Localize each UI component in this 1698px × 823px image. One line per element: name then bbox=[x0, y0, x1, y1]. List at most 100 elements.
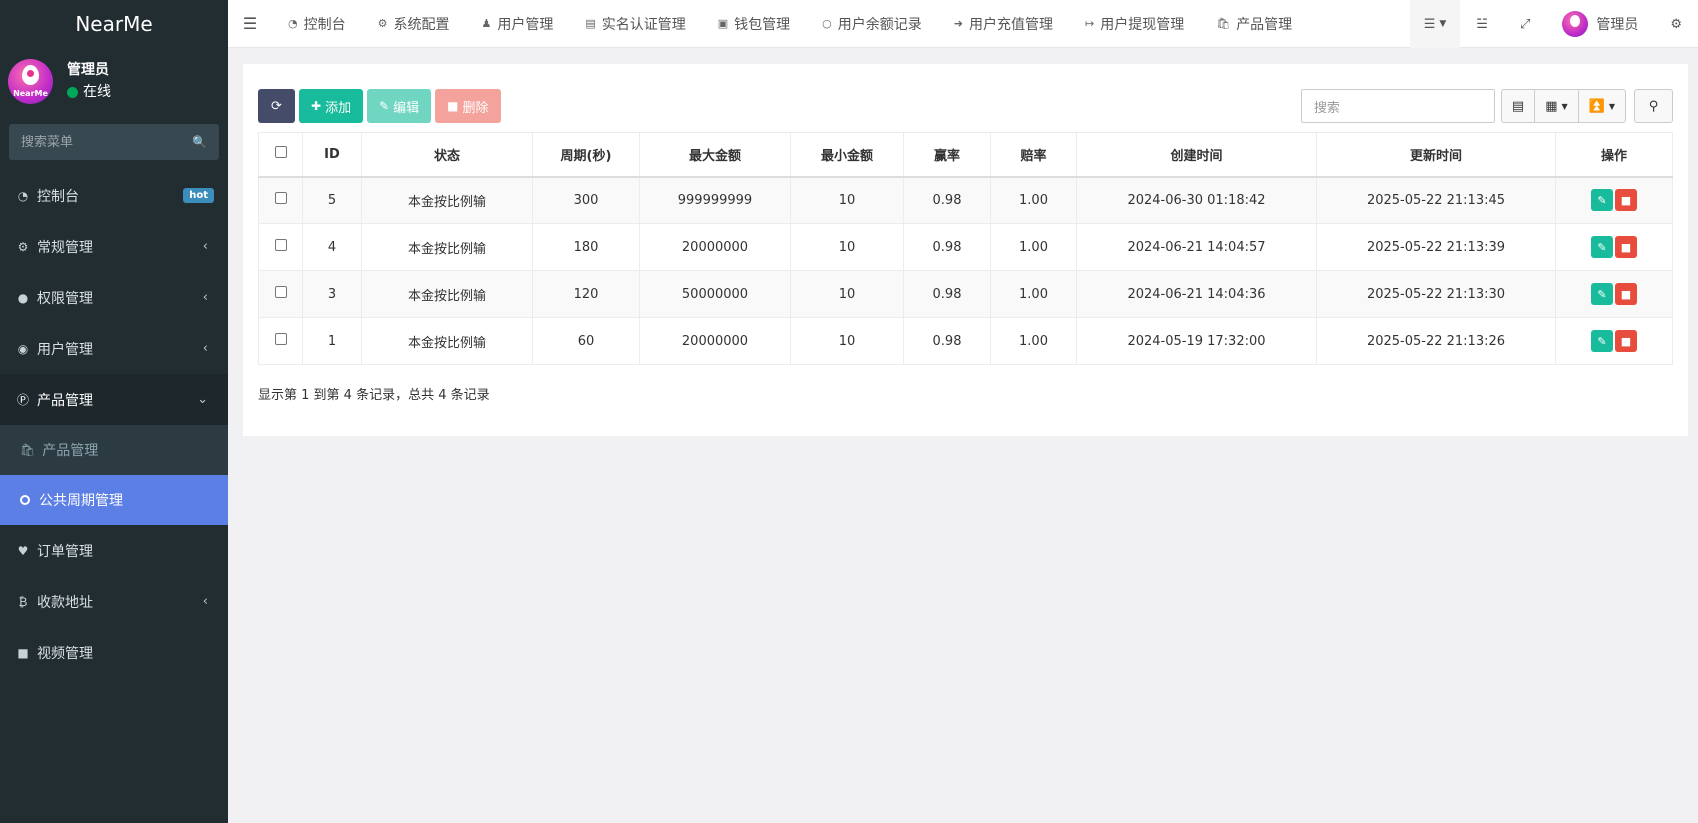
table-header-row: ID 状态 周期(秒) 最大金额 最小金额 赢率 赔率 创建时间 更新时间 操作 bbox=[258, 132, 1673, 178]
sidebar-item-general[interactable]: ⚙ 常规管理 ‹ bbox=[0, 221, 228, 272]
table-row[interactable]: 3 本金按比例输 120 50000000 10 0.98 1.00 2024-… bbox=[258, 270, 1673, 318]
cell-updated-at: 2025-05-22 21:13:30 bbox=[1316, 270, 1556, 318]
user-status: 在线 bbox=[67, 81, 111, 103]
tab-user-management[interactable]: ♟ 用户管理 bbox=[465, 0, 569, 48]
tab-real-name-auth[interactable]: ▤ 实名认证管理 bbox=[569, 0, 701, 48]
cell-id: 1 bbox=[302, 317, 362, 365]
dashboard-icon: ◔ bbox=[288, 17, 298, 30]
cogs-icon: ⚙ bbox=[17, 239, 29, 254]
pencil-icon: ✎ bbox=[1597, 240, 1607, 254]
row-delete-button[interactable]: ■ bbox=[1615, 283, 1637, 305]
row-select-cell bbox=[258, 270, 303, 318]
row-checkbox[interactable] bbox=[274, 192, 287, 205]
tab-system-config[interactable]: ⚙ 系统配置 bbox=[362, 0, 466, 48]
sidebar-item-video[interactable]: ■ 视频管理 bbox=[0, 627, 228, 678]
row-delete-button[interactable]: ■ bbox=[1615, 236, 1637, 258]
row-edit-button[interactable]: ✎ bbox=[1591, 330, 1613, 352]
col-updated-at[interactable]: 更新时间 bbox=[1316, 132, 1556, 178]
cell-win-rate: 0.98 bbox=[903, 223, 991, 271]
menu-toggle-icon[interactable]: ☰ bbox=[228, 14, 272, 33]
columns-icon: ▦ bbox=[1545, 98, 1558, 114]
content-panel: ⟳ ✚ 添加 ✎ 编辑 ■ 删除 搜索 ▤ ▦ ▼ ⏫ ▼ ⚲ ID 状态 周期(秒) 最… bbox=[243, 64, 1688, 436]
language-icon: ☱ bbox=[1476, 16, 1488, 32]
table-search-input[interactable]: 搜索 bbox=[1300, 89, 1495, 123]
col-actions: 操作 bbox=[1555, 132, 1673, 178]
row-delete-button[interactable]: ■ bbox=[1615, 189, 1637, 212]
sidebar-item-users[interactable]: ◉ 用户管理 ‹ bbox=[0, 323, 228, 374]
chevron-down-icon: ⌄ bbox=[197, 392, 208, 407]
language-button[interactable]: ☱ bbox=[1460, 0, 1504, 48]
sidebar-item-dashboard[interactable]: ◔ 控制台 hot bbox=[0, 170, 228, 221]
avatar: NearMe bbox=[8, 58, 53, 104]
select-all-checkbox[interactable] bbox=[274, 146, 287, 159]
refresh-button[interactable]: ⟳ bbox=[258, 89, 295, 123]
advanced-search-button[interactable]: ⚲ bbox=[1634, 89, 1673, 123]
toggle-view-button[interactable]: ▤ bbox=[1502, 90, 1536, 122]
brand-logo[interactable]: NearMe bbox=[0, 0, 228, 48]
menu-search-input[interactable] bbox=[21, 134, 171, 150]
nav-list-dropdown[interactable]: ☰ ▼ bbox=[1409, 0, 1461, 48]
row-checkbox[interactable] bbox=[274, 286, 287, 298]
col-min-amount[interactable]: 最小金额 bbox=[790, 132, 904, 178]
table-tools: 搜索 ▤ ▦ ▼ ⏫ ▼ ⚲ bbox=[1300, 89, 1673, 123]
sub-item-product-management[interactable]: 🛍 产品管理 bbox=[0, 425, 228, 475]
pencil-icon: ✎ bbox=[1597, 287, 1607, 301]
user-name: 管理员 bbox=[67, 62, 109, 78]
sidebar-item-payment-address[interactable]: ₿ 收款地址 ‹ bbox=[0, 576, 228, 627]
edit-button[interactable]: ✎ 编辑 bbox=[367, 89, 432, 123]
tab-wallet[interactable]: ▣ 钱包管理 bbox=[702, 0, 806, 48]
cell-max-amount: 20000000 bbox=[639, 223, 791, 271]
cell-odds: 1.00 bbox=[990, 176, 1077, 224]
add-button[interactable]: ✚ 添加 bbox=[299, 89, 364, 123]
table-row[interactable]: 4 本金按比例输 180 20000000 10 0.98 1.00 2024-… bbox=[258, 223, 1673, 271]
delete-button[interactable]: ■ 删除 bbox=[435, 89, 501, 123]
sidebar-item-orders[interactable]: ♥ 订单管理 bbox=[0, 525, 228, 576]
group-icon: ● bbox=[17, 290, 29, 305]
bitcoin-icon: ₿ bbox=[18, 594, 28, 609]
tab-recharge[interactable]: ➜ 用户充值管理 bbox=[938, 0, 1069, 48]
tab-balance-records[interactable]: ○ 用户余额记录 bbox=[806, 0, 938, 48]
caret-down-icon: ▼ bbox=[1561, 101, 1568, 111]
list-icon: ☰ bbox=[1423, 16, 1436, 32]
sidebar-item-permission[interactable]: ● 权限管理 ‹ bbox=[0, 272, 228, 323]
row-edit-button[interactable]: ✎ bbox=[1591, 283, 1613, 305]
tab-product[interactable]: 🛍 产品管理 bbox=[1200, 0, 1308, 48]
col-created-at[interactable]: 创建时间 bbox=[1076, 132, 1317, 178]
row-checkbox[interactable] bbox=[274, 239, 287, 251]
tab-withdraw[interactable]: ↦ 用户提现管理 bbox=[1069, 0, 1200, 48]
shopping-bag-icon: 🛍 bbox=[20, 443, 36, 457]
admin-menu[interactable]: 管理员 bbox=[1546, 0, 1654, 48]
row-select-cell bbox=[258, 176, 303, 224]
col-odds[interactable]: 赔率 bbox=[990, 132, 1077, 178]
view-tools: ▤ ▦ ▼ ⏫ ▼ bbox=[1500, 89, 1626, 123]
row-edit-button[interactable]: ✎ bbox=[1591, 189, 1613, 212]
export-dropdown[interactable]: ⏫ ▼ bbox=[1579, 90, 1625, 122]
product-submenu: 🛍 产品管理 公共周期管理 bbox=[0, 425, 228, 525]
table-row[interactable]: 1 本金按比例输 60 20000000 10 0.98 1.00 2024-0… bbox=[258, 317, 1673, 365]
chevron-left-icon: ‹ bbox=[202, 290, 208, 305]
columns-dropdown[interactable]: ▦ ▼ bbox=[1535, 90, 1579, 122]
table-row[interactable]: 5 本金按比例输 300 999999999 10 0.98 1.00 2024… bbox=[258, 176, 1673, 224]
row-delete-button[interactable]: ■ bbox=[1615, 330, 1637, 352]
chevron-left-icon: ‹ bbox=[202, 594, 208, 609]
fullscreen-button[interactable]: ⤢ bbox=[1504, 0, 1546, 48]
row-checkbox[interactable] bbox=[274, 333, 287, 345]
menu-search[interactable]: 🔍 bbox=[9, 124, 219, 160]
col-win-rate[interactable]: 赢率 bbox=[903, 132, 991, 178]
heartbeat-icon: ♥ bbox=[17, 543, 29, 558]
settings-button[interactable]: ⚙ bbox=[1654, 0, 1698, 48]
sidebar-item-products[interactable]: Ⓟ 产品管理 ⌄ bbox=[0, 374, 228, 425]
col-status[interactable]: 状态 bbox=[361, 132, 533, 178]
pencil-icon: ✎ bbox=[1597, 334, 1607, 348]
col-period[interactable]: 周期(秒) bbox=[532, 132, 640, 178]
online-dot-icon bbox=[67, 86, 78, 98]
row-edit-button[interactable]: ✎ bbox=[1591, 236, 1613, 258]
col-max-amount[interactable]: 最大金额 bbox=[639, 132, 791, 178]
tab-dashboard[interactable]: ◔ 控制台 bbox=[272, 0, 362, 48]
cell-max-amount: 50000000 bbox=[639, 270, 791, 318]
col-id[interactable]: ID bbox=[302, 132, 362, 178]
plus-icon: ✚ bbox=[311, 99, 322, 113]
sub-item-public-period[interactable]: 公共周期管理 bbox=[0, 475, 228, 525]
video-camera-icon: ■ bbox=[17, 645, 29, 660]
search-icon[interactable]: 🔍 bbox=[192, 135, 207, 149]
